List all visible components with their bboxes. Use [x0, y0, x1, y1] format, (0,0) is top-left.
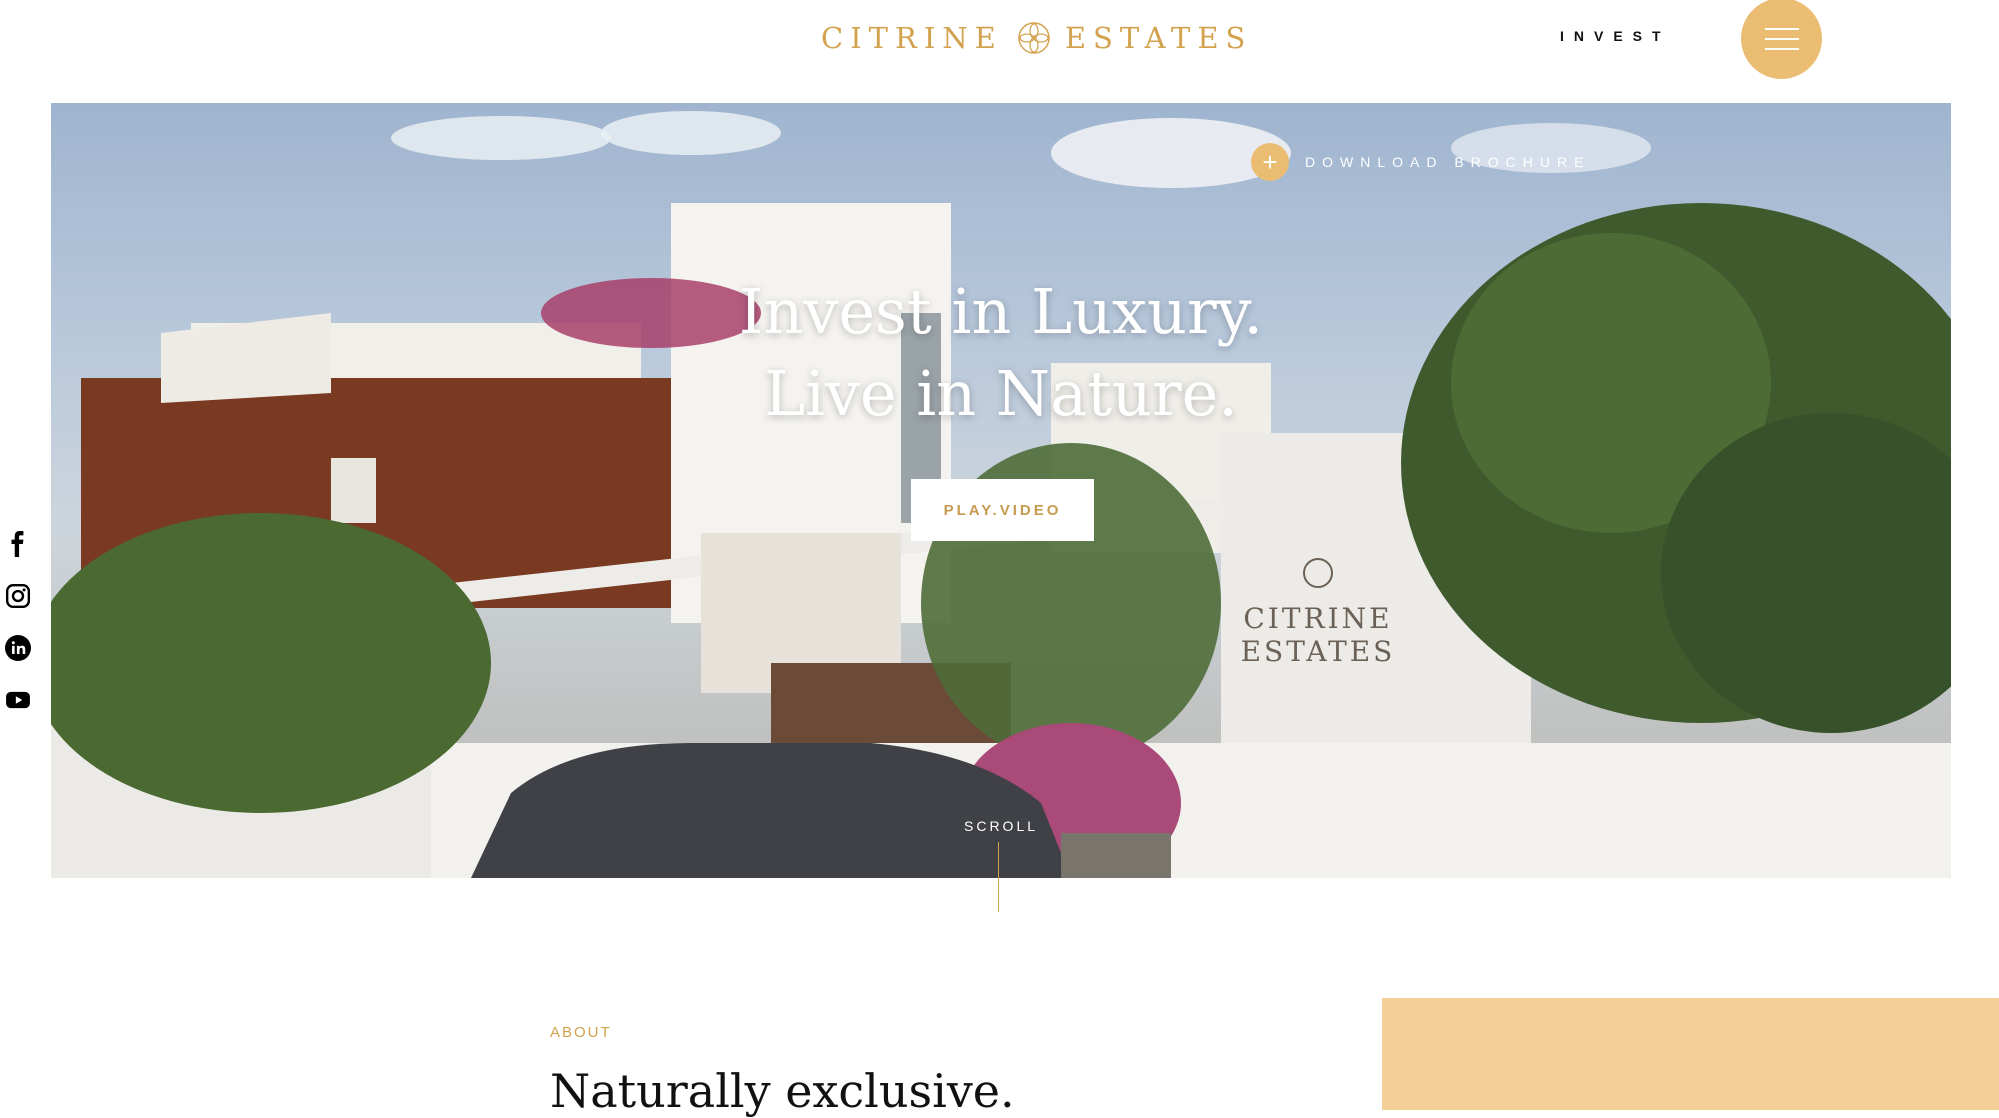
hamburger-menu-button[interactable]: [1741, 0, 1822, 79]
nav-invest-link[interactable]: INVEST: [1560, 28, 1671, 44]
download-brochure-link[interactable]: + DOWNLOAD BROCHURE: [1251, 143, 1590, 181]
villa-sign-citrine: CITRINE: [1243, 602, 1392, 635]
flower-emblem-icon: [1018, 22, 1050, 54]
headline-line-2: Live in Nature.: [764, 357, 1238, 430]
linkedin-icon[interactable]: [4, 632, 32, 664]
facebook-icon[interactable]: [4, 528, 32, 560]
menu-line: [1764, 47, 1799, 50]
hero-section: CITRINE ESTATES + DOWNLOAD BROCHURE Inve…: [51, 103, 1951, 878]
about-section-label: ABOUT: [550, 1024, 612, 1041]
about-accent-block: [1382, 998, 1999, 1110]
youtube-icon[interactable]: [4, 684, 32, 716]
scroll-indicator-label[interactable]: SCROLL: [964, 818, 1038, 834]
download-brochure-label: DOWNLOAD BROCHURE: [1305, 154, 1591, 170]
play-video-button[interactable]: PLAY.VIDEO: [911, 479, 1094, 541]
plus-icon: +: [1251, 143, 1289, 181]
instagram-icon[interactable]: [4, 580, 32, 612]
scroll-indicator-line: [998, 842, 999, 912]
logo-text-estates: ESTATES: [1064, 21, 1253, 55]
hero-headline: Invest in Luxury. Live in Nature.: [51, 271, 1951, 435]
logo-text-citrine: CITRINE: [821, 21, 1003, 55]
menu-line: [1764, 37, 1799, 40]
social-links: [4, 528, 32, 716]
menu-line: [1764, 27, 1799, 30]
headline-line-1: Invest in Luxury.: [738, 275, 1264, 348]
villa-sign-estates: ESTATES: [1241, 635, 1396, 668]
logo[interactable]: CITRINE ESTATES: [821, 14, 1252, 62]
